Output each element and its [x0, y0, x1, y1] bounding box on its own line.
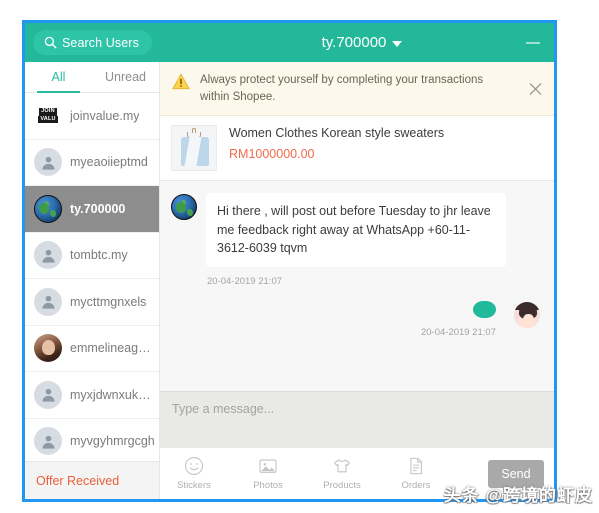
message-input[interactable]: Type a message... — [172, 402, 542, 416]
sidebar-tabs: All Unread — [25, 62, 159, 93]
tab-all[interactable]: All — [25, 62, 92, 93]
tab-all-label: All — [51, 70, 66, 84]
tab-unread-label: Unread — [105, 70, 146, 84]
tab-unread[interactable]: Unread — [92, 62, 159, 92]
person-icon — [41, 435, 55, 449]
products-label: Products — [323, 480, 361, 491]
product-title: Women Clothes Korean style sweaters — [229, 126, 445, 141]
person-icon — [41, 249, 55, 263]
product-info: Women Clothes Korean style sweaters RM10… — [229, 125, 444, 160]
window-body: All Unread JOIN VALU joinvalue.my myeaoi… — [25, 62, 554, 499]
close-icon[interactable] — [529, 82, 542, 95]
message-timestamp: 20-04-2019 21:07 — [207, 275, 283, 287]
search-label: Search Users — [62, 35, 139, 50]
products-button[interactable]: Products — [322, 456, 362, 491]
window-header: Search Users ty.700000 — [25, 23, 554, 62]
product-card[interactable]: Women Clothes Korean style sweaters RM10… — [160, 116, 554, 182]
avatar — [34, 287, 62, 316]
warning-icon — [172, 73, 190, 90]
send-button[interactable]: Send — [488, 459, 544, 488]
person-icon — [41, 296, 55, 309]
notice-text: Always protect yourself by completing yo… — [200, 74, 484, 103]
shirt-icon — [332, 456, 352, 476]
conversation-name: myvgyhmrgcgh — [70, 434, 155, 449]
document-icon — [406, 456, 426, 476]
avatar — [514, 301, 540, 328]
avatar — [34, 427, 62, 456]
brand-logo-line1: JOIN — [39, 108, 57, 116]
offer-status-bar[interactable]: Offer Received — [25, 461, 159, 499]
stickers-label: Stickers — [177, 480, 211, 491]
person-icon — [41, 389, 55, 402]
conversation-item-joinvalue[interactable]: JOIN VALU joinvalue.my — [25, 93, 159, 140]
message-column: Hi there , will post out before Tuesday … — [206, 193, 506, 287]
conversation-name: mycttmgnxels — [70, 294, 147, 309]
smiley-icon — [184, 456, 204, 476]
message-column: 20-04-2019 21:07 — [420, 300, 496, 338]
message-composer[interactable]: Type a message... — [160, 391, 554, 447]
search-input[interactable]: Search Users — [33, 30, 152, 55]
sweater-image — [181, 137, 209, 167]
conversation-item-myvgyhmrgcgh[interactable]: myvgyhmrgcgh — [25, 418, 159, 461]
stickers-button[interactable]: Stickers — [174, 456, 214, 491]
person-icon — [41, 156, 55, 170]
conversation-name: ty.700000 — [70, 201, 126, 216]
message-timestamp: 20-04-2019 21:07 — [420, 326, 496, 338]
orders-label: Orders — [401, 480, 431, 491]
window-title-area: ty.700000 — [160, 23, 554, 62]
chat-main-pane: Always protect yourself by completing yo… — [160, 62, 554, 499]
page-title: ty.700000 — [321, 34, 387, 51]
search-icon — [44, 36, 57, 49]
screenshot-root: Search Users ty.700000 All Unread JOIN V… — [0, 0, 599, 513]
brand-logo-line2: VALU — [38, 115, 58, 124]
avatar — [34, 334, 62, 363]
shopee-chat-window: Search Users ty.700000 All Unread JOIN V… — [22, 20, 557, 502]
product-thumbnail — [171, 125, 217, 172]
status-badge: Offer Received — [36, 473, 120, 488]
conversation-list: JOIN VALU joinvalue.my myeaoiieptmd ty.7… — [25, 93, 159, 461]
composer-toolbar: Stickers Photos Products Orders Send — [160, 447, 554, 499]
search-area: Search Users — [25, 23, 160, 62]
conversation-item-tombtc[interactable]: tombtc.my — [25, 232, 159, 279]
avatar — [171, 194, 197, 221]
avatar: JOIN VALU — [34, 101, 62, 130]
conversation-name: joinvalue.my — [70, 108, 140, 123]
send-button-label: Send — [501, 466, 531, 481]
message-outgoing: 20-04-2019 21:07 — [171, 300, 540, 338]
conversation-name: myeaoiieptmd — [70, 155, 148, 170]
chevron-down-icon — [392, 41, 403, 47]
conversation-title-dropdown[interactable]: ty.700000 — [322, 34, 403, 51]
message-bubble — [473, 300, 496, 318]
photos-label: Photos — [253, 480, 283, 491]
conversation-item-emmelineag[interactable]: emmelineag… — [25, 325, 159, 372]
conversation-item-ty700000[interactable]: ty.700000 — [25, 186, 159, 233]
safety-notice-banner: Always protect yourself by completing yo… — [160, 62, 554, 117]
message-bubble: Hi there , will post out before Tuesday … — [206, 193, 506, 267]
image-icon — [258, 456, 278, 476]
conversation-name: emmelineag… — [70, 341, 151, 356]
photos-button[interactable]: Photos — [248, 456, 288, 491]
avatar — [34, 148, 62, 177]
minimize-button[interactable] — [526, 41, 540, 44]
avatar-photo — [514, 301, 540, 328]
conversation-item-mycttmgnxels[interactable]: mycttmgnxels — [25, 279, 159, 326]
product-price: RM1000000.00 — [229, 146, 315, 161]
avatar — [34, 241, 62, 270]
message-incoming: Hi there , will post out before Tuesday … — [171, 193, 540, 287]
conversation-sidebar: All Unread JOIN VALU joinvalue.my myeaoi… — [25, 62, 160, 499]
conversation-name: tombtc.my — [70, 248, 128, 263]
avatar — [34, 380, 62, 409]
conversation-item-myeaoiieptmd[interactable]: myeaoiieptmd — [25, 139, 159, 186]
conversation-item-myxjdwnxuk[interactable]: myxjdwnxuk… — [25, 372, 159, 419]
orders-button[interactable]: Orders — [396, 456, 436, 491]
conversation-name: myxjdwnxuk… — [70, 387, 151, 402]
avatar — [34, 194, 62, 223]
message-list: Hi there , will post out before Tuesday … — [160, 181, 554, 391]
